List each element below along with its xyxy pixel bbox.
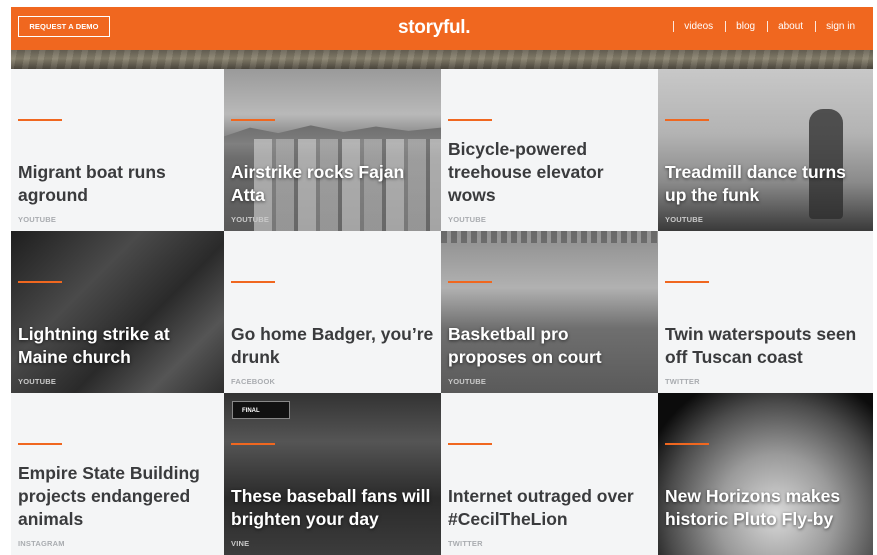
accent-line xyxy=(448,443,492,445)
accent-line xyxy=(18,119,62,121)
nav-sign-in[interactable]: sign in xyxy=(815,21,855,32)
story-source: YOUTUBE xyxy=(448,215,487,224)
top-nav: videos blog about sign in xyxy=(661,21,855,32)
story-tile[interactable]: Lightning strike at Maine church YOUTUBE xyxy=(11,231,224,393)
story-tile[interactable]: Treadmill dance turns up the funk YOUTUB… xyxy=(658,69,873,231)
story-title: Lightning strike at Maine church xyxy=(18,324,170,367)
story-tile[interactable]: New Horizons makes historic Pluto Fly-by xyxy=(658,393,873,555)
story-title: Internet outraged over #CecilTheLion xyxy=(448,486,634,529)
accent-line xyxy=(448,119,492,121)
story-tile[interactable]: Migrant boat runs aground YOUTUBE xyxy=(11,69,224,231)
story-tile[interactable]: Airstrike rocks Fajan Atta YOUTUBE xyxy=(224,69,441,231)
nav-about-label: about xyxy=(778,21,804,32)
story-tile[interactable]: Basketball pro proposes on court YOUTUBE xyxy=(441,231,658,393)
story-source: FACEBOOK xyxy=(231,377,276,386)
story-tile[interactable]: Twin waterspouts seen off Tuscan coast T… xyxy=(658,231,873,393)
story-title: New Horizons makes historic Pluto Fly-by xyxy=(665,486,841,529)
story-grid: Migrant boat runs aground YOUTUBE Airstr… xyxy=(11,69,873,555)
story-source: INSTAGRAM xyxy=(18,539,65,548)
story-tile[interactable]: Internet outraged over #CecilTheLion TWI… xyxy=(441,393,658,555)
nav-blog-label: blog xyxy=(736,21,756,32)
scoreboard-final-label: FINAL xyxy=(242,408,260,414)
nav-videos-label: videos xyxy=(684,21,714,32)
story-source: TWITTER xyxy=(665,377,700,386)
story-title: Airstrike rocks Fajan Atta xyxy=(231,162,405,205)
accent-line xyxy=(231,443,275,445)
accent-line xyxy=(18,443,62,445)
accent-line xyxy=(18,281,62,283)
nav-divider xyxy=(673,21,675,32)
story-tile[interactable]: Go home Badger, you’re drunk FACEBOOK xyxy=(224,231,441,393)
story-title: These baseball fans will brighten your d… xyxy=(231,486,431,529)
storyful-logo[interactable]: storyful. xyxy=(398,17,471,39)
accent-line xyxy=(665,281,709,283)
story-title: Twin waterspouts seen off Tuscan coast xyxy=(665,324,857,367)
nav-divider xyxy=(767,21,769,32)
story-tile[interactable]: Empire State Building projects endangere… xyxy=(11,393,224,555)
story-source: YOUTUBE xyxy=(665,215,704,224)
story-title: Empire State Building projects endangere… xyxy=(18,463,200,529)
accent-line xyxy=(448,281,492,283)
story-source: VINE xyxy=(231,539,250,548)
nav-divider xyxy=(815,21,817,32)
hero-image-strip xyxy=(11,50,873,69)
story-title: Treadmill dance turns up the funk xyxy=(665,162,846,205)
story-source: YOUTUBE xyxy=(18,215,57,224)
site-header: REQUEST A DEMO storyful. videos blog abo… xyxy=(11,7,873,50)
story-title: Migrant boat runs aground xyxy=(18,162,166,205)
story-title: Bicycle-powered treehouse elevator wows xyxy=(448,139,604,205)
request-demo-button[interactable]: REQUEST A DEMO xyxy=(18,16,110,37)
nav-sign-in-label: sign in xyxy=(826,21,855,32)
accent-line xyxy=(665,443,709,445)
accent-line xyxy=(231,119,275,121)
story-source: YOUTUBE xyxy=(18,377,57,386)
nav-about[interactable]: about xyxy=(767,21,803,32)
story-title: Go home Badger, you’re drunk xyxy=(231,324,434,367)
accent-line xyxy=(231,281,275,283)
story-title: Basketball pro proposes on court xyxy=(448,324,602,367)
nav-divider xyxy=(725,21,727,32)
story-source: YOUTUBE xyxy=(231,215,270,224)
accent-line xyxy=(665,119,709,121)
story-tile[interactable]: FINAL These baseball fans will brighten … xyxy=(224,393,441,555)
nav-blog[interactable]: blog xyxy=(725,21,755,32)
story-source: TWITTER xyxy=(448,539,483,548)
nav-videos[interactable]: videos xyxy=(673,21,713,32)
story-tile[interactable]: Bicycle-powered treehouse elevator wows … xyxy=(441,69,658,231)
page-frame: REQUEST A DEMO storyful. videos blog abo… xyxy=(11,7,873,555)
story-source: YOUTUBE xyxy=(448,377,487,386)
